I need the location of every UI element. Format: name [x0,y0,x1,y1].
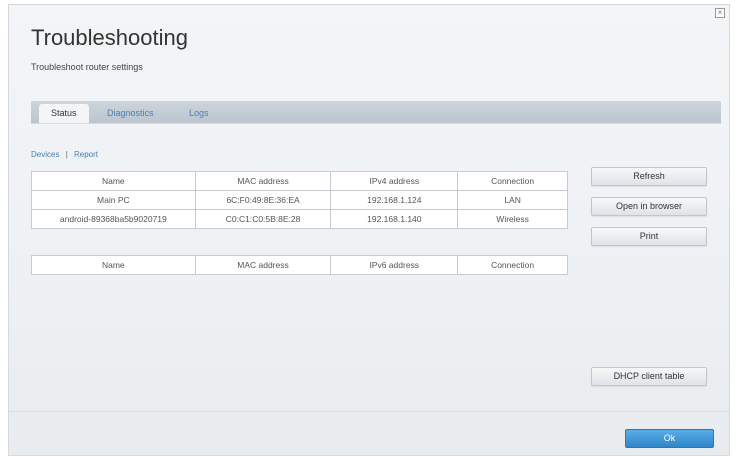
tab-status[interactable]: Status [39,104,89,123]
ipv4-devices-table: Name MAC address IPv4 address Connection… [31,171,568,229]
column-header-ipv4: IPv4 address [330,171,459,191]
footer-divider [9,411,729,412]
cell-mac: 6C:F0:49:8E:36:EA [194,190,332,210]
tab-logs[interactable]: Logs [177,104,221,123]
tab-diagnostics[interactable]: Diagnostics [95,104,166,123]
table-row[interactable]: Main PC 6C:F0:49:8E:36:EA 192.168.1.124 … [31,190,568,210]
subnav-report-link[interactable]: Report [74,150,98,159]
dhcp-client-table-button[interactable]: DHCP client table [591,367,707,386]
column-header-name: Name [31,171,196,191]
page-subtitle: Troubleshoot router settings [31,62,143,72]
table-header-row: Name MAC address IPv6 address Connection [31,255,568,275]
page-title: Troubleshooting [31,25,188,50]
subnav-devices-link[interactable]: Devices [31,150,59,159]
tab-bar: Status Diagnostics Logs [31,101,721,123]
subnav-separator: | [65,150,68,159]
ok-button[interactable]: Ok [625,429,714,448]
open-in-browser-button[interactable]: Open in browser [591,197,707,216]
refresh-button[interactable]: Refresh [591,167,707,186]
tab-divider [31,123,721,124]
column-header-ipv6: IPv6 address [330,255,459,275]
close-icon[interactable]: × [715,8,725,18]
cell-mac: C0:C1:C0:5B:8E:28 [194,209,332,229]
column-header-mac: MAC address [194,171,332,191]
ipv6-devices-table: Name MAC address IPv6 address Connection [31,255,568,275]
column-header-name: Name [31,255,196,275]
cell-ipv4: 192.168.1.140 [330,209,459,229]
column-header-connection: Connection [457,255,568,275]
print-button[interactable]: Print [591,227,707,246]
table-row[interactable]: android-89368ba5b9020719 C0:C1:C0:5B:8E:… [31,209,568,229]
cell-connection: LAN [457,190,568,210]
cell-name: Main PC [31,190,196,210]
troubleshooting-dialog: × Troubleshooting Troubleshoot router se… [8,4,730,456]
column-header-connection: Connection [457,171,568,191]
column-header-mac: MAC address [194,255,332,275]
subnav: Devices | Report [31,150,98,159]
cell-connection: Wireless [457,209,568,229]
cell-name: android-89368ba5b9020719 [31,209,196,229]
cell-ipv4: 192.168.1.124 [330,190,459,210]
table-header-row: Name MAC address IPv4 address Connection [31,171,568,191]
